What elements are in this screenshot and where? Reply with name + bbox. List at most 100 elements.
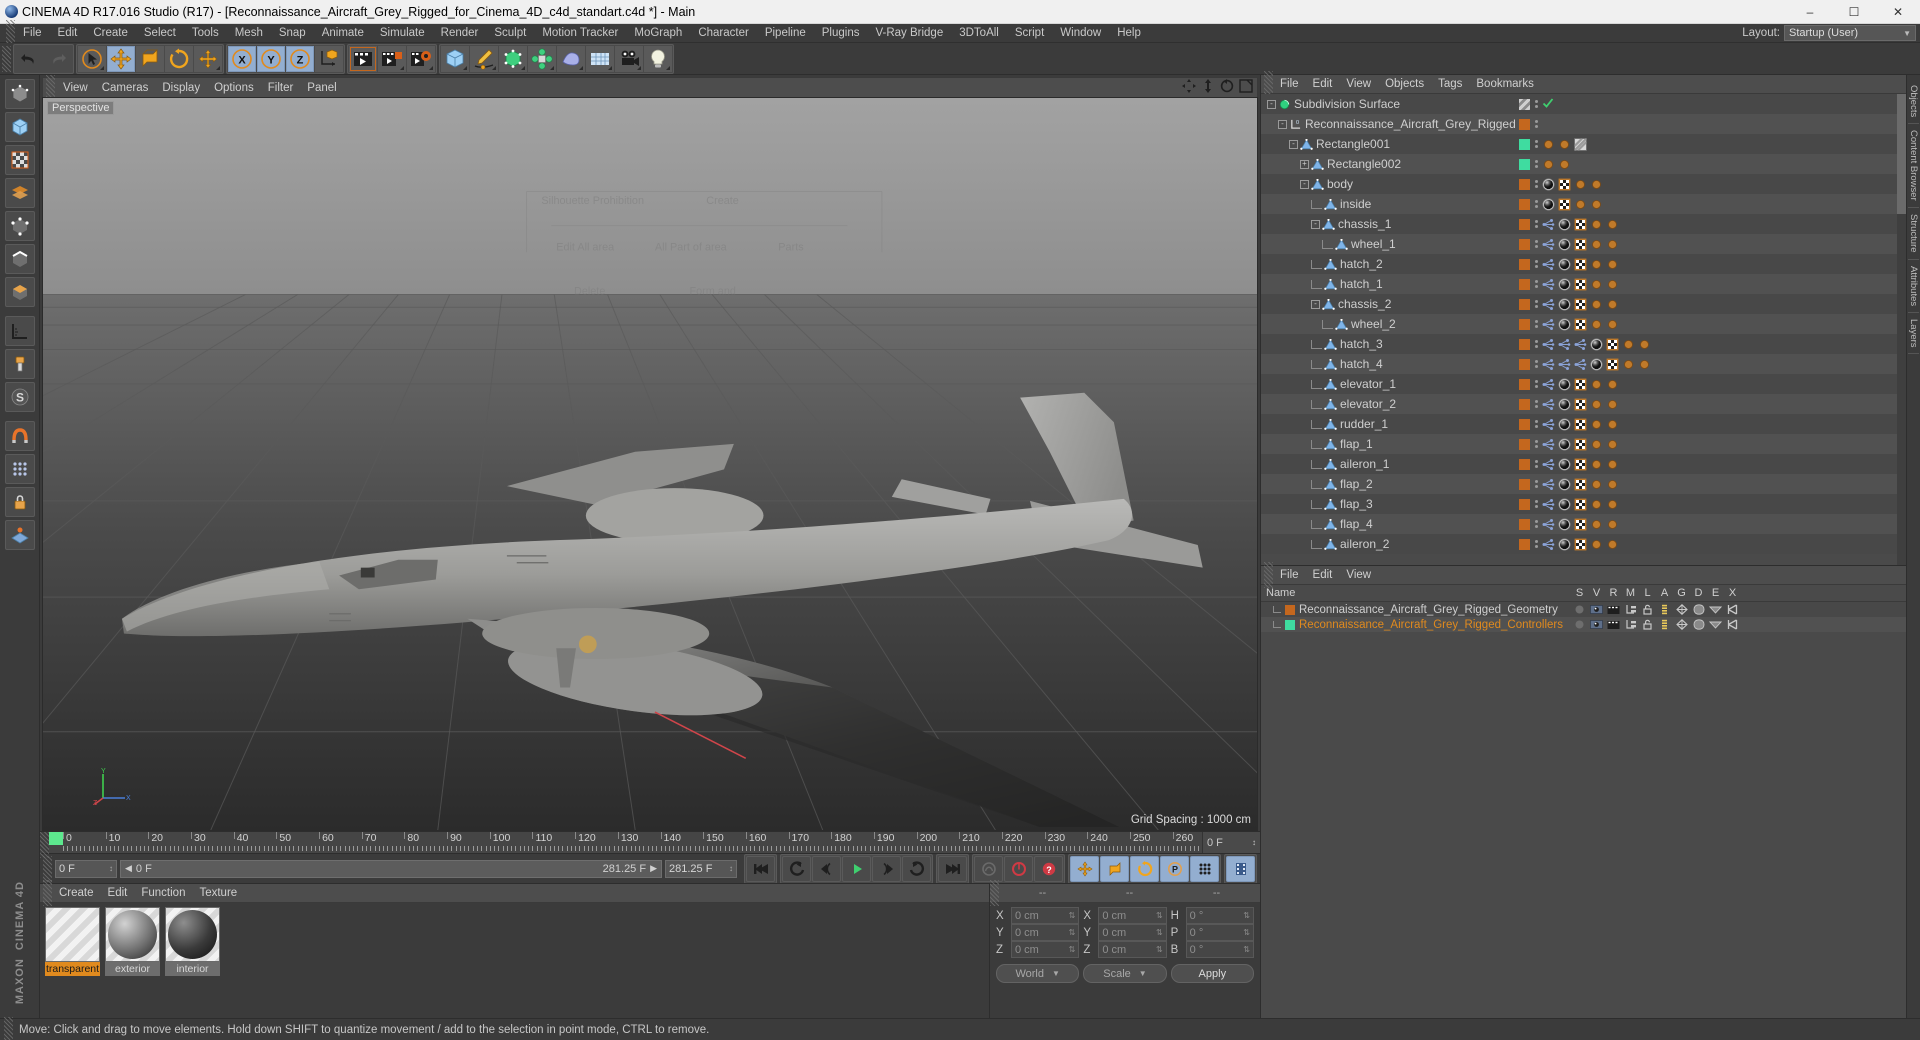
material-thumbnail[interactable] [165,907,220,962]
redo-button[interactable] [44,45,72,72]
layer-color-swatch[interactable] [1519,178,1530,190]
next-key-button[interactable] [902,855,931,882]
generic-tag-icon[interactable] [1606,518,1619,531]
spinner-icon[interactable]: ⇅ [1243,928,1250,937]
material-tag-icon[interactable] [1542,178,1555,191]
layer-color-swatch[interactable] [1519,138,1530,150]
uvw-tag-icon[interactable] [1574,298,1587,311]
anibar-grip-handle[interactable] [43,855,52,882]
object-tree-row[interactable]: hatch_2 [1261,254,1906,274]
material-thumbnail[interactable] [105,907,160,962]
layer-menu-view[interactable]: View [1339,569,1378,581]
material-tag-icon[interactable] [1558,538,1571,551]
menu-item-render[interactable]: Render [433,24,487,43]
material-tag-icon[interactable] [1558,438,1571,451]
layer-column-x[interactable]: X [1724,587,1741,599]
generic-tag-icon[interactable] [1606,438,1619,451]
visibility-dots-icon[interactable] [1533,460,1539,468]
weight-tag-icon[interactable] [1542,438,1555,451]
layer-color-swatch[interactable] [1519,358,1530,370]
layer-menu-edit[interactable]: Edit [1306,569,1340,581]
weight-tag-icon[interactable] [1542,238,1555,251]
visibility-dots-icon[interactable] [1533,480,1539,488]
visibility-dots-icon[interactable] [1533,160,1539,168]
add-cube-icon[interactable] [441,45,469,72]
object-tree-row[interactable]: flap_2 [1261,474,1906,494]
menu-item-sculpt[interactable]: Sculpt [486,24,534,43]
coordinate-input[interactable]: 0 ° ⇅ [1185,907,1254,924]
menu-item-character[interactable]: Character [690,24,757,43]
layer-toggle-d[interactable] [1690,619,1707,630]
layer-column-l[interactable]: L [1639,587,1656,599]
spinner-icon[interactable]: ⇅ [1243,945,1250,954]
layer-toggle-l[interactable] [1639,619,1656,630]
object-tree-row[interactable]: wheel_2 [1261,314,1906,334]
layer-toggle-e[interactable] [1707,619,1724,630]
pan-viewport-icon[interactable] [1182,79,1196,96]
layer-toggle-v[interactable] [1588,604,1605,615]
generic-tag-icon[interactable] [1622,358,1635,371]
spinner-icon[interactable]: ⇅ [1069,911,1076,920]
layer-color-swatch[interactable] [1519,278,1530,290]
point-mode-icon[interactable] [4,211,35,241]
generic-tag-icon[interactable] [1606,498,1619,511]
spinner-icon[interactable]: ↕ [109,864,113,873]
layer-toggle-x[interactable] [1724,619,1741,630]
add-mograph-icon[interactable] [528,45,556,72]
generic-tag-icon[interactable] [1606,258,1619,271]
dock-tab-content-browser[interactable]: Content Browser [1908,124,1919,208]
generic-tag-icon[interactable] [1558,138,1571,151]
material-menu-function[interactable]: Function [134,887,192,899]
layer-color-swatch[interactable] [1519,98,1530,110]
visibility-dots-icon[interactable] [1533,200,1539,208]
lock-x-axis-button[interactable]: X [228,45,256,72]
timeline-ruler[interactable]: 0 10 20 30 40 50 60 70 80 90 100 110 120 130 140 150 160… [49,832,1202,853]
weight-tag-icon[interactable] [1542,478,1555,491]
menu-item-edit[interactable]: Edit [50,24,86,43]
move-tool-button[interactable] [107,45,135,72]
dock-tab-objects[interactable]: Objects [1908,79,1919,125]
timeline-range-scrollbar[interactable]: ◀ 0 F 281.25 F ▶ [120,859,662,878]
weight-tag-icon[interactable] [1542,278,1555,291]
coordinate-grip-handle[interactable] [990,880,999,906]
snap-grid-icon[interactable] [4,454,35,484]
material-tag-icon[interactable] [1558,418,1571,431]
layer-grip-handle[interactable] [1264,562,1273,588]
uvw-tag-icon[interactable] [1606,338,1619,351]
material-grip-handle[interactable] [43,880,52,906]
layer-color-swatch[interactable] [1519,418,1530,430]
material-tag-icon[interactable] [1542,198,1555,211]
generic-tag-icon[interactable] [1606,238,1619,251]
coordinate-mode-dropdown[interactable]: Scale ▼ [1083,964,1167,983]
material-menu-texture[interactable]: Texture [192,887,244,899]
object-tree-row[interactable]: hatch_1 [1261,274,1906,294]
material-tag-icon[interactable] [1590,358,1603,371]
polygon-mode-icon[interactable] [4,277,35,307]
weight-tag-icon[interactable] [1558,358,1571,371]
scale-key-button[interactable] [1100,855,1129,882]
timeline-frame-field[interactable]: 0 F ↕ [1202,832,1260,853]
generic-tag-icon[interactable] [1606,378,1619,391]
minimize-button[interactable]: – [1788,0,1832,24]
uvw-tag-icon[interactable] [1574,438,1587,451]
timeline-grip-handle[interactable] [40,832,49,858]
menu-item-select[interactable]: Select [136,24,184,43]
spinner-icon[interactable]: ↕ [1252,838,1256,847]
script-tool-icon[interactable]: S [4,382,35,412]
generic-tag-icon[interactable] [1590,218,1603,231]
layer-color-swatch[interactable] [1519,258,1530,270]
menu-item-create[interactable]: Create [85,24,136,43]
visibility-dots-icon[interactable] [1533,240,1539,248]
texture-mode-icon[interactable] [4,145,35,175]
object-tree-row[interactable]: elevator_2 [1261,394,1906,414]
generic-tag-icon[interactable] [1590,298,1603,311]
material-list[interactable]: transparent exterior interior [40,903,989,1018]
generic-tag-icon[interactable] [1590,198,1603,211]
visibility-dots-icon[interactable] [1533,440,1539,448]
weight-tag-icon[interactable] [1574,338,1587,351]
generic-tag-icon[interactable] [1590,438,1603,451]
layer-toggle-m[interactable] [1622,604,1639,615]
viewport-menu-view[interactable]: View [56,79,95,97]
spinner-icon[interactable]: ⇅ [1156,911,1163,920]
step-forward-button[interactable] [872,855,901,882]
